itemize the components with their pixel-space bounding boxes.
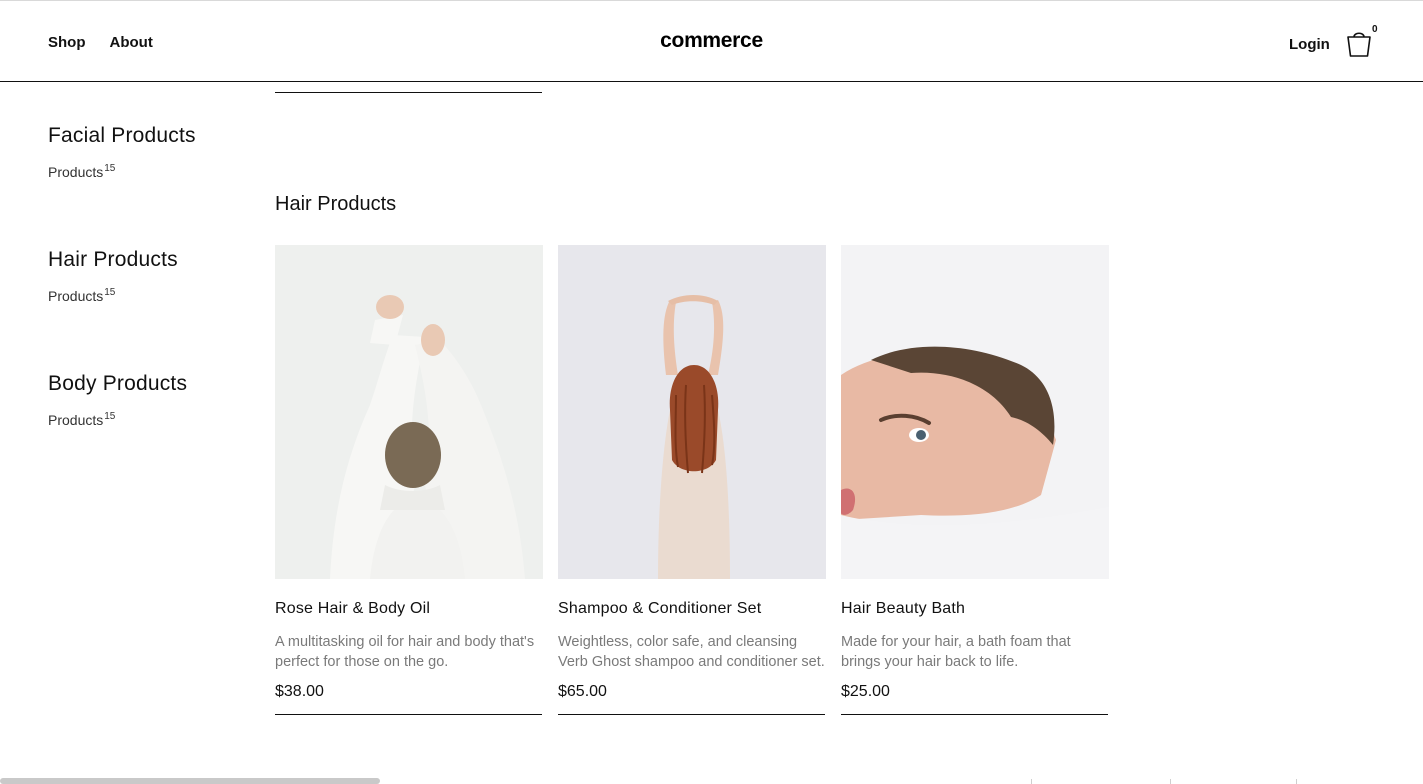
category-title[interactable]: Facial Products — [48, 124, 248, 148]
category-count: 15 — [104, 287, 116, 298]
category-count: 15 — [104, 411, 116, 422]
section-title: Hair Products — [275, 193, 397, 215]
category-products-label: Products — [48, 412, 104, 428]
bottom-divider — [1170, 779, 1171, 784]
product-description: A multitasking oil for hair and body tha… — [275, 634, 535, 670]
product-name[interactable]: Shampoo & Conditioner Set — [558, 600, 826, 618]
sidebar-category-hair[interactable]: Hair Products Products15 — [48, 248, 248, 372]
cart-count-badge: 0 — [1372, 24, 1378, 35]
product-card[interactable]: Hair Beauty Bath Made for your hair, a b… — [841, 245, 1109, 715]
product-card[interactable]: Shampoo & Conditioner Set Weightless, co… — [558, 245, 826, 715]
product-image[interactable] — [275, 245, 543, 579]
previous-card-rule — [275, 92, 542, 93]
product-price: $65.00 — [558, 683, 607, 700]
product-price: $25.00 — [841, 683, 890, 700]
product-name[interactable]: Rose Hair & Body Oil — [275, 600, 543, 618]
category-title[interactable]: Body Products — [48, 372, 248, 396]
category-products-link[interactable]: Products15 — [48, 163, 116, 180]
product-image[interactable] — [841, 245, 1109, 579]
card-rule — [275, 714, 542, 715]
person-arms-raised-photo — [275, 245, 543, 579]
bottom-divider — [1296, 779, 1297, 784]
product-description: Made for your hair, a bath foam that bri… — [841, 634, 1071, 670]
login-link[interactable]: Login — [1289, 36, 1330, 53]
bottom-divider — [1031, 779, 1032, 784]
category-title[interactable]: Hair Products — [48, 248, 248, 272]
product-description: Weightless, color safe, and cleansing Ve… — [558, 634, 825, 670]
product-card[interactable]: Rose Hair & Body Oil A multitasking oil … — [275, 245, 543, 715]
horizontal-scrollbar[interactable] — [0, 778, 380, 784]
product-name[interactable]: Hair Beauty Bath — [841, 600, 1109, 618]
category-sidebar: Facial Products Products15 Hair Products… — [48, 124, 248, 496]
woman-face-in-milk-bath-photo — [841, 245, 1109, 579]
product-image[interactable] — [558, 245, 826, 579]
brand-logo[interactable]: commerce — [0, 29, 1423, 53]
sidebar-category-facial[interactable]: Facial Products Products15 — [48, 124, 248, 248]
category-products-link[interactable]: Products15 — [48, 411, 116, 428]
card-rule — [841, 714, 1108, 715]
card-rule — [558, 714, 825, 715]
woman-red-hair-back-photo — [558, 245, 826, 579]
category-count: 15 — [104, 163, 116, 174]
shopping-bag-icon[interactable] — [1345, 27, 1373, 59]
product-price: $38.00 — [275, 683, 324, 700]
sidebar-category-body[interactable]: Body Products Products15 — [48, 372, 248, 496]
category-products-label: Products — [48, 288, 104, 304]
category-products-link[interactable]: Products15 — [48, 287, 116, 304]
category-products-label: Products — [48, 164, 104, 180]
site-header: Shop About commerce Login 0 — [0, 1, 1423, 82]
